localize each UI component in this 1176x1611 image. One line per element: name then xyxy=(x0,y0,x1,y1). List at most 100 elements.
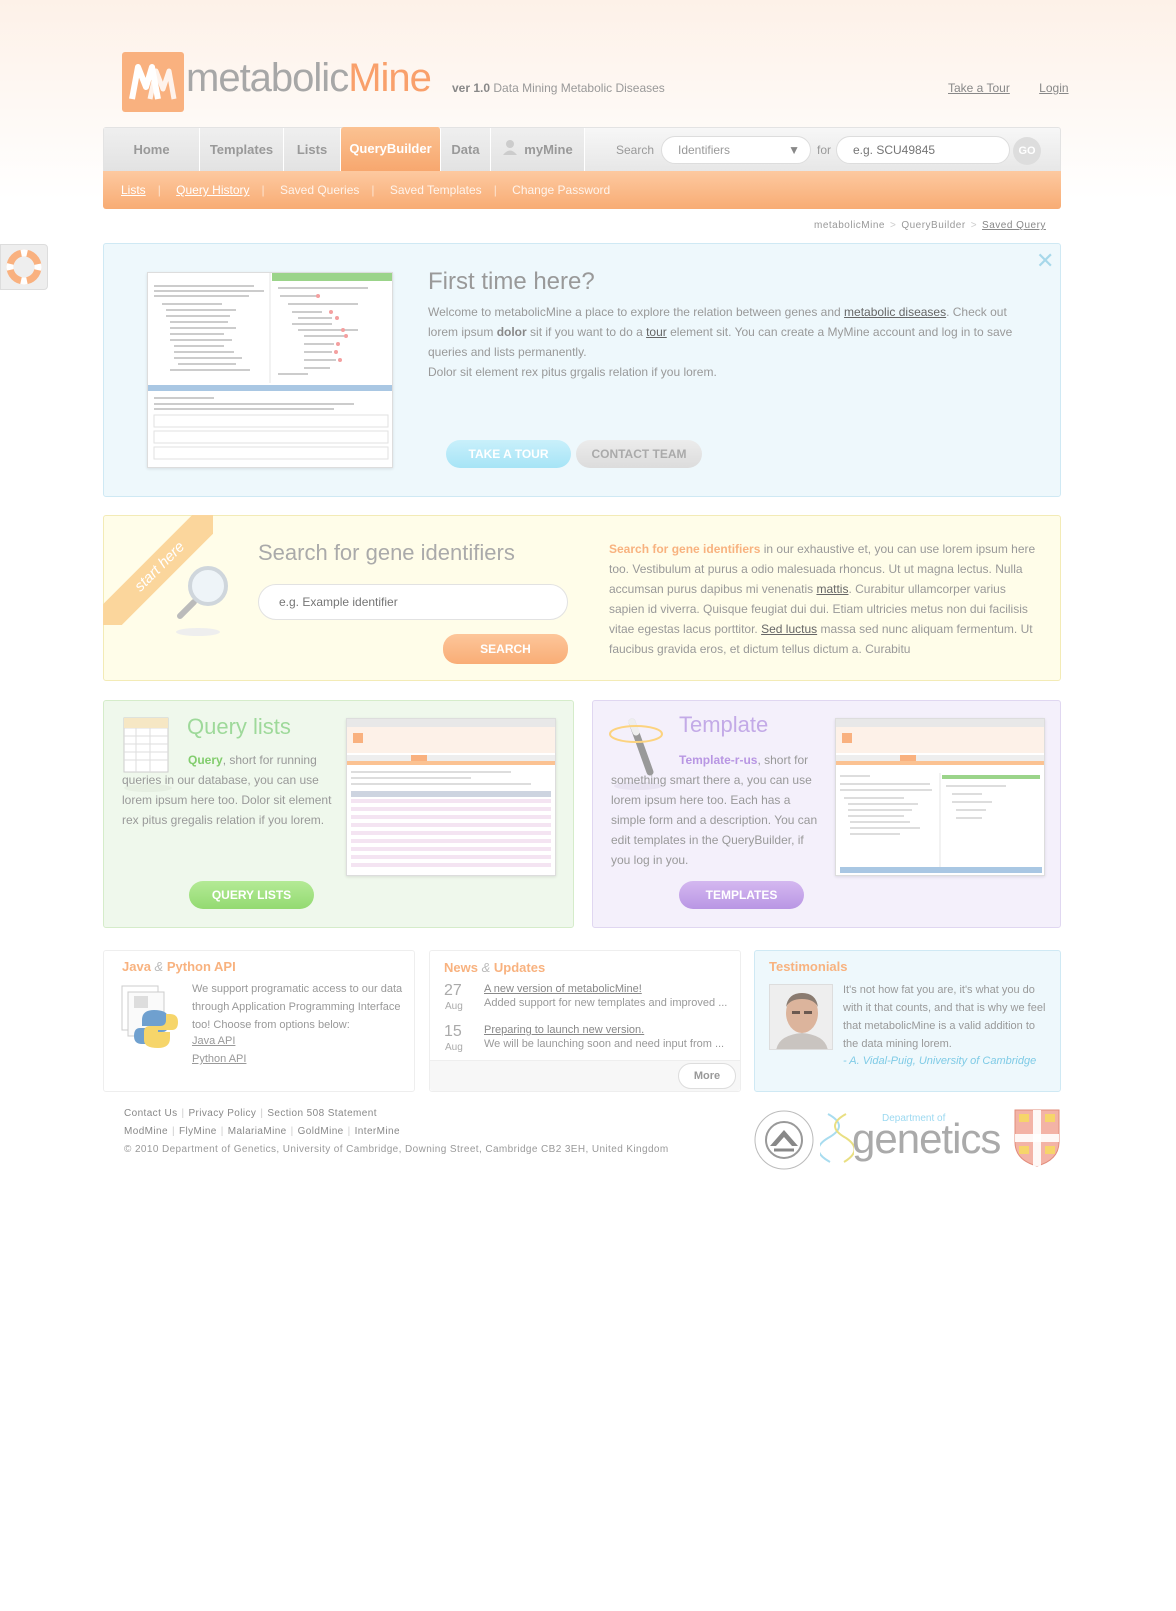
search-type-value: Identifiers xyxy=(678,143,731,157)
breadcrumb-querybuilder[interactable]: QueryBuilder xyxy=(901,220,965,231)
tab-mymine[interactable]: myMine xyxy=(491,128,585,172)
for-label: for xyxy=(817,143,832,157)
contact-us-link[interactable]: Contact Us xyxy=(124,1108,177,1119)
footer-links: Contact Us | Privacy Policy | Section 508 St… xyxy=(124,1108,377,1119)
template-text: Template-r-us, short for something smart… xyxy=(611,750,821,870)
malariamine-link[interactable]: MalariaMine xyxy=(228,1126,287,1137)
tab-querybuilder[interactable]: QueryBuilder xyxy=(341,127,441,173)
genetics-wordmark[interactable]: genetics xyxy=(852,1115,1001,1163)
news-headline[interactable]: Preparing to launch new version. xyxy=(484,1024,644,1036)
intermine-link[interactable]: InterMine xyxy=(355,1126,400,1137)
python-api-icon xyxy=(120,982,184,1053)
tagline: ver 1.0 Data Mining Metabolic Diseases xyxy=(452,81,665,95)
testimonial-author: - A. Vidal-Puig, University of Cambridge xyxy=(843,1055,1037,1067)
subnav-saved-queries[interactable]: Saved Queries xyxy=(280,183,359,197)
subnav-change-password[interactable]: Change Password xyxy=(512,183,610,197)
news-summary: Added support for new templates and impr… xyxy=(484,997,728,1009)
search-type-select[interactable]: Identifiers ▼ xyxy=(661,136,811,164)
testimonial-quote: It's not how fat you are, it's what you … xyxy=(843,984,1046,1050)
gene-search-button[interactable]: SEARCH xyxy=(443,634,568,664)
python-api-link[interactable]: Python API xyxy=(192,1053,246,1065)
template-screenshot xyxy=(835,718,1045,876)
querybuilder-screenshot xyxy=(147,272,393,468)
tab-mymine-label: myMine xyxy=(524,142,573,157)
first-text-bold: dolor xyxy=(496,325,527,339)
tour-link[interactable]: tour xyxy=(646,325,667,339)
gene-text-hl: Search for gene identifiers xyxy=(609,542,761,556)
template-hl: Template-r-us xyxy=(679,753,758,767)
subnav-saved-templates[interactable]: Saved Templates xyxy=(390,183,482,197)
version-label: ver 1.0 xyxy=(452,81,491,95)
cambridge-crest-logo[interactable] xyxy=(1013,1108,1061,1168)
close-icon[interactable]: ✕ xyxy=(1036,248,1054,274)
breadcrumb-home[interactable]: metabolicMine xyxy=(814,220,885,231)
brand-wordmark[interactable]: metabolicMine xyxy=(186,56,432,101)
first-text-p2: Dolor sit element rex pitus grgalis rela… xyxy=(428,365,717,379)
take-a-tour-button[interactable]: TAKE A TOUR xyxy=(446,440,571,468)
flymine-link[interactable]: FlyMine xyxy=(179,1126,217,1137)
news-headline[interactable]: A new version of metabolicMine! xyxy=(484,983,642,995)
sub-nav: Lists | Query History | Saved Queries | Sav… xyxy=(103,171,1061,209)
api-title: Java & Python API xyxy=(122,959,236,974)
subnav-query-history[interactable]: Query History xyxy=(176,183,249,197)
api-text: We support programatic access to our dat… xyxy=(192,983,403,1031)
testimonials-title: Testimonials xyxy=(769,959,848,974)
news-title: News & Updates xyxy=(444,960,545,975)
template-title: Template xyxy=(679,712,769,737)
header-links: Take a Tour Login xyxy=(922,81,1069,95)
query-lists-screenshot xyxy=(346,718,556,876)
magnifier-icon xyxy=(170,560,240,643)
java-api-link[interactable]: Java API xyxy=(192,1035,235,1047)
tab-templates[interactable]: Templates xyxy=(200,128,284,172)
goldmine-link[interactable]: GoldMine xyxy=(298,1126,344,1137)
query-lists-body: , short for running queries in our datab… xyxy=(122,753,332,827)
dna-helix-icon xyxy=(817,1112,856,1167)
tab-home[interactable]: Home xyxy=(104,128,200,172)
news-day: 15 xyxy=(444,1023,462,1040)
tab-lists[interactable]: Lists xyxy=(284,128,341,172)
first-time-title: First time here? xyxy=(428,268,595,295)
news-day: 27 xyxy=(444,982,462,999)
search-label: Search xyxy=(616,143,655,157)
more-news-button[interactable]: More xyxy=(678,1063,736,1089)
user-icon xyxy=(502,129,518,173)
contact-team-button[interactable]: CONTACT TEAM xyxy=(576,440,702,468)
go-button[interactable]: GO xyxy=(1013,137,1041,165)
gene-search-title: Search for gene identifiers xyxy=(258,540,515,565)
mattis-link[interactable]: mattis xyxy=(816,582,848,596)
breadcrumb-current[interactable]: Saved Query xyxy=(982,220,1046,231)
query-lists-title: Query lists xyxy=(187,714,291,739)
brand-main: metabolic xyxy=(186,56,349,100)
query-lists-button[interactable]: QUERY LISTS xyxy=(189,881,314,909)
sed-luctus-link[interactable]: Sed luctus xyxy=(761,622,817,636)
tab-data[interactable]: Data xyxy=(441,128,491,172)
lifebuoy-icon xyxy=(6,249,42,285)
subnav-lists[interactable]: Lists xyxy=(121,183,146,197)
query-lists-hl: Query xyxy=(188,753,223,767)
news-title-b: Updates xyxy=(493,960,546,975)
privacy-policy-link[interactable]: Privacy Policy xyxy=(188,1108,256,1119)
news-summary: We will be launching soon and need input… xyxy=(484,1038,725,1050)
brand-accent: Mine xyxy=(348,56,432,100)
brand-logo-mark[interactable] xyxy=(122,52,184,112)
copyright: © 2010 Department of Genetics, Universit… xyxy=(124,1144,669,1155)
section-508-link[interactable]: Section 508 Statement xyxy=(267,1108,377,1119)
tagline-text: Data Mining Metabolic Diseases xyxy=(493,81,665,95)
first-text-a: Welcome to metabolicMine a place to expl… xyxy=(428,305,845,319)
api-title-a: Java xyxy=(122,959,151,974)
templates-button[interactable]: TEMPLATES xyxy=(679,881,804,909)
metabolic-diseases-link[interactable]: metabolic diseases xyxy=(844,305,946,319)
take-tour-link[interactable]: Take a Tour xyxy=(948,81,1010,95)
news-month: Aug xyxy=(445,1042,463,1053)
gene-search-text: Search for gene identifiers in our exhau… xyxy=(609,539,1039,659)
news-title-a: News xyxy=(444,960,478,975)
login-link[interactable]: Login xyxy=(1039,81,1068,95)
query-lists-text: Query, short for running queries in our … xyxy=(122,750,332,830)
help-tab[interactable] xyxy=(0,244,48,290)
quick-search-input[interactable] xyxy=(836,136,1010,164)
api-title-amp: & xyxy=(154,959,164,974)
gene-identifier-input[interactable] xyxy=(258,584,568,620)
modmine-link[interactable]: ModMine xyxy=(124,1126,168,1137)
nih-seal-logo[interactable] xyxy=(752,1108,816,1172)
avatar xyxy=(769,984,833,1050)
